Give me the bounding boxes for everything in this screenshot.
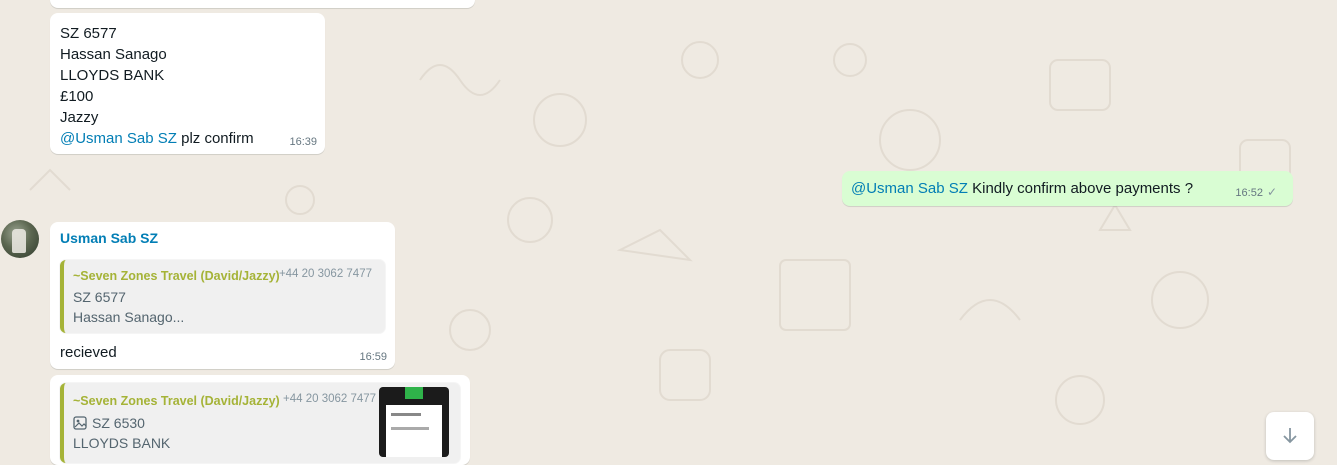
- message-line: @Usman Sab SZ Kindly confirm above payme…: [851, 178, 1293, 199]
- message-line: £100: [60, 88, 94, 105]
- message-line: LLOYDS BANK: [60, 67, 165, 84]
- message-line: SZ 6577: [60, 25, 117, 42]
- quoted-message[interactable]: ~Seven Zones Travel (David/Jazzy) +44 20…: [60, 383, 460, 463]
- quoted-line: SZ 6577: [73, 289, 126, 305]
- message-bubble-reply[interactable]: ~Seven Zones Travel (David/Jazzy) +44 20…: [50, 375, 470, 465]
- message-line: Jazzy: [60, 109, 99, 126]
- quoted-sender-phone: +44 20 3062 7477: [283, 393, 377, 405]
- message-line: @Usman Sab SZ plz confirm: [60, 128, 325, 149]
- message-bubble-payment[interactable]: SZ 6577 Hassan Sanago LLOYDS BANK £100 J…: [50, 13, 325, 154]
- mention-link[interactable]: @Usman Sab SZ: [60, 130, 177, 147]
- message-time: 16:39: [289, 136, 317, 148]
- mention-link[interactable]: @Usman Sab SZ: [851, 180, 968, 197]
- quoted-sender-phone: +44 20 3062 7477: [278, 268, 372, 280]
- message-text: Kindly confirm above payments ?: [967, 180, 1194, 197]
- message-bubble-outgoing[interactable]: @Usman Sab SZ Kindly confirm above payme…: [842, 171, 1293, 206]
- message-time: 16:59: [359, 351, 387, 363]
- avatar[interactable]: [1, 220, 39, 258]
- message-line: Hassan Sanago: [60, 46, 167, 63]
- quoted-sender-name: ~Seven Zones Travel (David/Jazzy): [73, 269, 280, 283]
- scroll-down-icon: [1283, 428, 1297, 444]
- message-bubble-partial[interactable]: [50, 0, 475, 8]
- quoted-line: Hassan Sanago...: [73, 309, 185, 325]
- message-text: recieved: [60, 344, 117, 361]
- check-icon: ✓: [1266, 185, 1277, 199]
- quoted-image-thumbnail[interactable]: [379, 387, 449, 457]
- sender-name[interactable]: Usman Sab SZ: [60, 230, 158, 246]
- quoted-message[interactable]: ~Seven Zones Travel (David/Jazzy) +44 20…: [60, 260, 385, 333]
- message-bubble-reply[interactable]: Usman Sab SZ ~Seven Zones Travel (David/…: [50, 222, 395, 369]
- message-time-text: 16:52: [1235, 187, 1263, 199]
- image-icon: [73, 416, 87, 430]
- quoted-line-text: SZ 6530: [92, 415, 145, 431]
- scroll-down-button[interactable]: [1266, 412, 1314, 460]
- quoted-sender-name: ~Seven Zones Travel (David/Jazzy): [73, 394, 280, 408]
- message-text: plz confirm: [176, 130, 254, 147]
- message-time: 16:52 ✓: [1235, 185, 1277, 199]
